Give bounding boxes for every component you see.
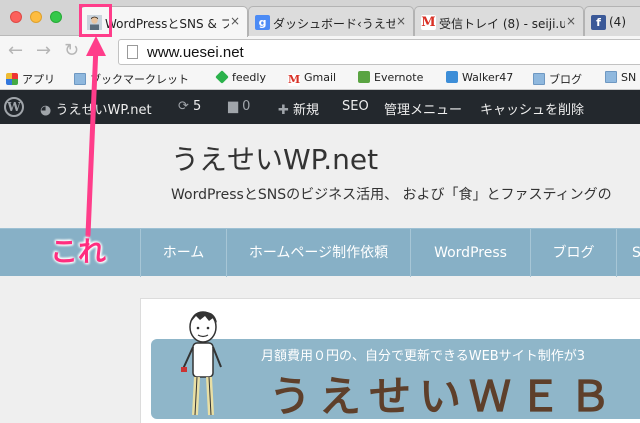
favicon-highlight-box <box>79 4 112 37</box>
annotation-label: これ <box>50 235 107 268</box>
annotation-arrow <box>85 36 106 238</box>
